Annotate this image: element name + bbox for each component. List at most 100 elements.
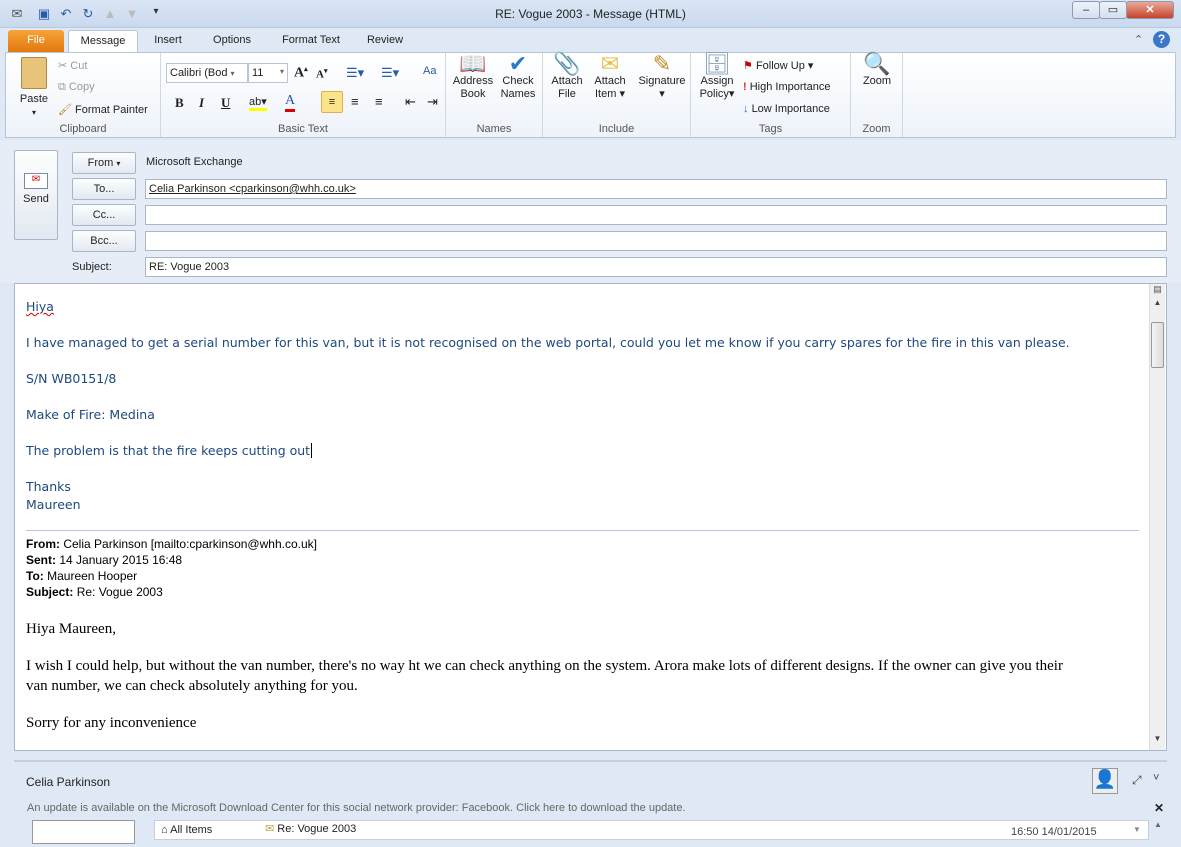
message-body[interactable]: Hiya I have managed to get a serial numb… bbox=[14, 283, 1167, 751]
decrease-indent-button[interactable]: ⇤ bbox=[405, 94, 416, 110]
to-field[interactable]: Celia Parkinson <cparkinson@whh.co.uk> bbox=[145, 179, 1167, 199]
high-importance-button[interactable]: ! High Importance bbox=[743, 81, 830, 93]
quoted-line: I wish I could help, but without the van… bbox=[26, 658, 1063, 674]
activity-list: ⌂ All Items ✉ Re: Vogue 2003 16:50 14/01… bbox=[154, 820, 1149, 840]
attach-file-label-1: Attach bbox=[551, 75, 583, 87]
body-line: Make of Fire: Medina bbox=[26, 407, 155, 422]
address-book-button[interactable]: 📖 Address Book bbox=[451, 53, 495, 101]
attach-item-button[interactable]: ✉ Attach Item ▾ bbox=[589, 53, 631, 101]
attach-item-label-1: Attach bbox=[594, 75, 626, 87]
highlight-icon[interactable]: ab▾ bbox=[249, 95, 267, 111]
names-label: Names bbox=[476, 123, 512, 135]
font-color-icon[interactable]: A bbox=[285, 93, 296, 112]
names-group: 📖 Address Book ✔ Check Names Names bbox=[446, 53, 543, 137]
check-names-label-1: Check bbox=[502, 75, 534, 87]
font-size-value: 11 bbox=[252, 67, 264, 79]
basic-text-label: Basic Text bbox=[278, 123, 328, 135]
tab-file[interactable]: File bbox=[8, 30, 64, 52]
to-button[interactable]: To... bbox=[72, 178, 136, 200]
grow-font-icon[interactable]: A▴ bbox=[294, 65, 308, 82]
flag-icon: ⚑ bbox=[743, 60, 753, 72]
zoom-button[interactable]: 🔍 Zoom bbox=[857, 51, 897, 88]
activity-subject: Re: Vogue 2003 bbox=[277, 823, 357, 835]
format-painter-button[interactable]: 🖌 Format Painter bbox=[58, 103, 148, 116]
help-icon[interactable]: ? bbox=[1153, 31, 1170, 48]
dismiss-notice-icon[interactable]: ✕ bbox=[1154, 801, 1164, 815]
all-items-label: All Items bbox=[170, 824, 213, 836]
people-pane-splitter[interactable] bbox=[14, 760, 1167, 762]
close-button[interactable]: ✕ bbox=[1126, 1, 1174, 19]
cc-button[interactable]: Cc... bbox=[72, 204, 136, 226]
font-name-select[interactable]: Calibri (Bod ▾ bbox=[166, 63, 248, 83]
bold-button[interactable]: B bbox=[175, 95, 184, 111]
check-names-button[interactable]: ✔ Check Names bbox=[496, 53, 540, 101]
align-right-button[interactable]: ≡ bbox=[375, 94, 383, 109]
italic-button[interactable]: I bbox=[199, 95, 204, 111]
window-title: RE: Vogue 2003 - Message (HTML) bbox=[495, 7, 686, 21]
high-importance-label: High Importance bbox=[749, 81, 831, 93]
from-button[interactable]: From ▾ bbox=[72, 152, 136, 174]
font-size-select[interactable]: 11 ▾ bbox=[248, 63, 288, 83]
minimize-button[interactable]: – bbox=[1072, 1, 1100, 19]
bcc-button[interactable]: Bcc... bbox=[72, 230, 136, 252]
tab-format-text[interactable]: Format Text bbox=[273, 30, 349, 52]
send-envelope-icon: ✉ bbox=[24, 173, 48, 189]
update-notice[interactable]: An update is available on the Microsoft … bbox=[27, 802, 686, 814]
collapse-chevron-icon[interactable]: ˅ bbox=[1153, 772, 1159, 784]
subject-field[interactable]: RE: Vogue 2003 bbox=[145, 257, 1167, 277]
activity-item[interactable]: ✉ Re: Vogue 2003 bbox=[265, 822, 356, 835]
from-key: From: bbox=[26, 537, 60, 551]
all-items-tab[interactable]: ⌂ All Items bbox=[161, 824, 212, 836]
tab-insert[interactable]: Insert bbox=[145, 30, 191, 52]
body-line: Thanks bbox=[26, 479, 71, 494]
low-importance-button[interactable]: ↓ Low Importance bbox=[743, 103, 830, 115]
ruler-toggle-icon[interactable]: ▤ bbox=[1150, 284, 1165, 298]
sent-key: Sent: bbox=[26, 553, 56, 567]
cut-label: Cut bbox=[70, 60, 88, 72]
scroll-up-arrow[interactable]: ▲ bbox=[1150, 298, 1165, 314]
tab-options[interactable]: Options bbox=[203, 30, 261, 52]
follow-up-button[interactable]: ⚑ Follow Up ▾ bbox=[743, 59, 813, 72]
activity-dropdown-icon[interactable]: ▼ bbox=[1133, 825, 1141, 834]
maximize-button[interactable]: ▭ bbox=[1099, 1, 1127, 19]
vertical-scrollbar[interactable]: ▤ ▲ ▼ bbox=[1149, 284, 1165, 750]
expand-icon[interactable]: ⤢ bbox=[1132, 773, 1142, 788]
zoom-label: Zoom bbox=[862, 123, 891, 135]
ribbon-tabs: File Message Insert Options Format Text … bbox=[0, 28, 1181, 52]
numbering-icon[interactable]: ☰▾ bbox=[381, 65, 399, 81]
to-recipient[interactable]: Celia Parkinson <cparkinson@whh.co.uk> bbox=[149, 183, 356, 195]
align-center-button[interactable]: ≡ bbox=[351, 94, 359, 109]
quoted-line: Hiya Maureen, bbox=[26, 621, 116, 637]
underline-button[interactable]: U bbox=[221, 95, 230, 111]
tab-review[interactable]: Review bbox=[360, 30, 410, 52]
mail-read-icon: ✉ bbox=[265, 823, 275, 835]
cc-field[interactable] bbox=[145, 205, 1167, 225]
assign-policy-button[interactable]: 🗄 Assign Policy▾ bbox=[695, 53, 739, 101]
body-line: I have managed to get a serial number fo… bbox=[26, 335, 1070, 350]
signature-icon: ✎ bbox=[652, 51, 672, 76]
magnifier-icon: 🔍 bbox=[863, 51, 891, 76]
activity-scroll-up[interactable]: ▲ bbox=[1154, 820, 1162, 829]
body-line: The problem is that the fire keeps cutti… bbox=[26, 443, 313, 458]
scroll-thumb[interactable] bbox=[1151, 322, 1164, 368]
bcc-field[interactable] bbox=[145, 231, 1167, 251]
align-left-button[interactable]: ≡ bbox=[321, 91, 343, 113]
tags-group: 🗄 Assign Policy▾ ⚑ Follow Up ▾ ! High Impo… bbox=[691, 53, 851, 137]
styles-icon[interactable]: Aa bbox=[423, 65, 436, 77]
attach-file-button[interactable]: 📎 Attach File bbox=[547, 53, 587, 101]
copy-icon: ⧉ bbox=[58, 81, 66, 93]
minimize-ribbon-icon[interactable]: ⌃ bbox=[1134, 33, 1143, 46]
shrink-font-icon[interactable]: A▾ bbox=[316, 67, 327, 81]
quote-separator bbox=[26, 530, 1139, 531]
cut-button[interactable]: ✂ Cut bbox=[58, 59, 87, 72]
send-button[interactable]: ✉ Send bbox=[14, 150, 58, 240]
paste-button[interactable]: Paste ▾ bbox=[14, 57, 54, 119]
from-label: From bbox=[87, 157, 114, 169]
format-painter-label: Format Painter bbox=[75, 104, 148, 116]
signature-button[interactable]: ✎ Signature ▾ bbox=[635, 51, 689, 101]
increase-indent-button[interactable]: ⇥ bbox=[427, 94, 438, 110]
scroll-down-arrow[interactable]: ▼ bbox=[1150, 734, 1165, 750]
bullets-icon[interactable]: ☰▾ bbox=[346, 65, 364, 81]
copy-button[interactable]: ⧉ Copy bbox=[58, 81, 95, 94]
tab-message[interactable]: Message bbox=[68, 30, 138, 52]
